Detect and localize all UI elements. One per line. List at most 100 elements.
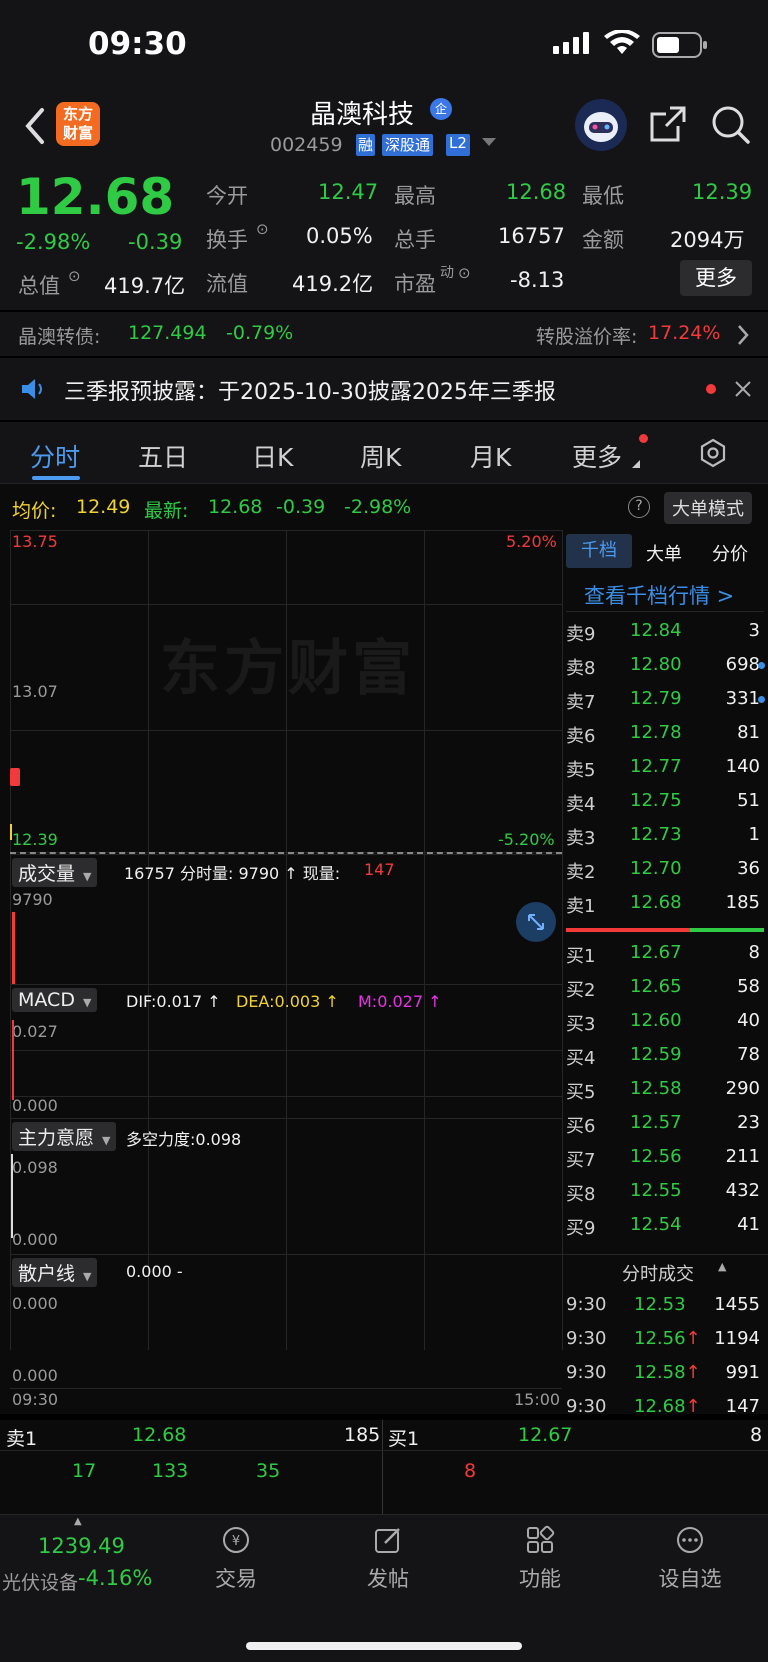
dropdown-icon[interactable] (482, 138, 496, 146)
tab-weekly-k[interactable]: 周K (360, 438, 401, 474)
ask-level-row[interactable]: 卖4 12.75 51 (566, 784, 764, 818)
wifi-icon (604, 29, 640, 60)
level-price: 12.59 (630, 1044, 682, 1065)
share-icon[interactable] (648, 104, 688, 148)
app-logo[interactable]: 东方财富 (56, 102, 100, 146)
help-icon[interactable]: ? (628, 496, 650, 518)
trade-icon: ¥ (223, 1527, 249, 1553)
tab-price-distribution[interactable]: 分价 (712, 540, 748, 566)
margin-tag: 融 (356, 134, 376, 156)
level-price: 12.80 (630, 654, 682, 675)
level-volume: 185 (725, 892, 760, 913)
tab-five-day[interactable]: 五日 (138, 438, 188, 474)
macd-indicator-select[interactable]: MACD ▼ (12, 988, 98, 1012)
expand-up-icon[interactable]: ▲ (74, 1516, 82, 1527)
ask-level-row[interactable]: 卖3 12.73 1 (566, 818, 764, 852)
price-high-label: 13.75 (12, 532, 58, 551)
volume-axis-max: 9790 (12, 890, 53, 909)
tab-big-order[interactable]: 大单 (646, 540, 682, 566)
big-order-mode-button[interactable]: 大单模式 (664, 492, 752, 524)
ask-level-row[interactable]: 卖7 12.79 331 (566, 682, 764, 716)
info-icon[interactable]: ⊙ (68, 267, 81, 285)
tab-thousand-level[interactable]: 千档 (566, 534, 632, 568)
tick-row: 9:30 12.53 1455 (566, 1288, 764, 1322)
bid-level-row[interactable]: 买9 12.54 41 (566, 1208, 764, 1242)
chevron-right-icon[interactable] (736, 324, 750, 350)
bid-level-row[interactable]: 买6 12.57 23 (566, 1106, 764, 1140)
bid-level-row[interactable]: 买1 12.67 8 (566, 936, 764, 970)
expand-icon[interactable] (516, 902, 556, 942)
level-price: 12.57 (630, 1112, 682, 1133)
notice-bar[interactable]: 三季报预披露：于2025-10-30披露2025年三季报 (0, 358, 768, 420)
tab-monthly-k[interactable]: 月K (470, 438, 511, 474)
tick-row: 9:30 12.56↑ 1194 (566, 1322, 764, 1356)
nav-post[interactable]: 发帖 (338, 1525, 438, 1593)
convertible-bond-row[interactable]: 晶澳转债: 127.494 -0.79% 转股溢价率: 17.24% (0, 312, 768, 356)
macd-dea: DEA:0.003 ↑ (236, 992, 339, 1011)
ask-level-row[interactable]: 卖9 12.84 3 (566, 614, 764, 648)
robot-assistant-icon[interactable] (574, 98, 628, 156)
compose-icon (375, 1528, 400, 1553)
price-marker (10, 768, 20, 786)
bid-level-row[interactable]: 买8 12.55 432 (566, 1174, 764, 1208)
bid-level-row[interactable]: 买4 12.59 78 (566, 1038, 764, 1072)
bid-level-row[interactable]: 买7 12.56 211 (566, 1140, 764, 1174)
float-value: 419.2亿 (292, 272, 374, 296)
bid-level-row[interactable]: 买2 12.65 58 (566, 970, 764, 1004)
ask-level-row[interactable]: 卖8 12.80 698 (566, 648, 764, 682)
index-name[interactable]: 光伏设备 (2, 1568, 78, 1595)
macd-bar (12, 1020, 14, 1100)
apps-icon (527, 1525, 555, 1553)
index-value[interactable]: 1239.49 (38, 1534, 125, 1558)
info-icon[interactable]: ⊙ (458, 264, 471, 282)
level-price: 12.77 (630, 756, 682, 777)
bid-level-row[interactable]: 买3 12.60 40 (566, 1004, 764, 1038)
bid-level-row[interactable]: 买5 12.58 290 (566, 1072, 764, 1106)
queue-sell-order: 35 (256, 1460, 281, 1482)
view-depth-link[interactable]: 查看千档行情 > (584, 580, 734, 610)
index-change[interactable]: -4.16% (78, 1566, 152, 1590)
tab-intraday[interactable]: 分时 (30, 438, 80, 474)
level-volume: 1 (748, 824, 760, 845)
retail-axis-max: 0.000 (12, 1294, 58, 1313)
nav-functions[interactable]: 功能 (490, 1525, 590, 1593)
main-force-indicator-select[interactable]: 主力意愿 ▼ (12, 1122, 117, 1151)
ask-level-row[interactable]: 卖1 12.68 185 (566, 886, 764, 920)
nav-add-watchlist-label: 设自选 (658, 1567, 722, 1591)
level-label: 卖8 (566, 658, 596, 679)
large-order-dot (758, 662, 765, 669)
close-icon[interactable] (734, 380, 752, 402)
collapse-icon[interactable]: ▲ (718, 1260, 726, 1273)
l2-tag: L2 (446, 134, 470, 156)
tick-volume: 1194 (714, 1328, 760, 1349)
connect-tag: 深股通 (382, 134, 434, 156)
retail-indicator-select[interactable]: 散户线 ▼ (12, 1258, 98, 1287)
ask-level-row[interactable]: 卖6 12.78 81 (566, 716, 764, 750)
tab-daily-k[interactable]: 日K (252, 438, 293, 474)
latest-label: 最新: (144, 500, 189, 522)
amount-label: 金额 (582, 228, 624, 252)
more-button[interactable]: 更多 (680, 260, 752, 296)
svg-text:¥: ¥ (232, 1534, 240, 1549)
nav-add-watchlist[interactable]: 设自选 (640, 1525, 740, 1593)
level-price: 12.73 (630, 824, 682, 845)
ask-level-row[interactable]: 卖5 12.77 140 (566, 750, 764, 784)
level-volume: 3 (748, 620, 760, 641)
level-label: 买1 (566, 946, 596, 967)
info-icon[interactable]: ⊙ (256, 220, 269, 238)
back-button[interactable] (22, 106, 46, 150)
ask-level-row[interactable]: 卖2 12.70 36 (566, 852, 764, 886)
bond-change: -0.79% (226, 322, 294, 344)
volume-indicator-select[interactable]: 成交量 ▼ (12, 858, 98, 887)
level-price: 12.70 (630, 858, 682, 879)
turnover-label: 换手 (206, 228, 248, 252)
status-bar: 09:30 (0, 0, 768, 92)
stock-name[interactable]: 晶澳科技 (310, 94, 414, 131)
ticks-title[interactable]: 分时成交 (622, 1260, 694, 1286)
tab-more[interactable]: 更多 (572, 438, 622, 474)
tick-price: 12.53 (634, 1294, 686, 1315)
search-icon[interactable] (710, 104, 752, 150)
nav-trade[interactable]: ¥ 交易 (186, 1525, 286, 1593)
level-price: 12.68 (630, 892, 682, 913)
settings-icon[interactable] (698, 438, 728, 472)
